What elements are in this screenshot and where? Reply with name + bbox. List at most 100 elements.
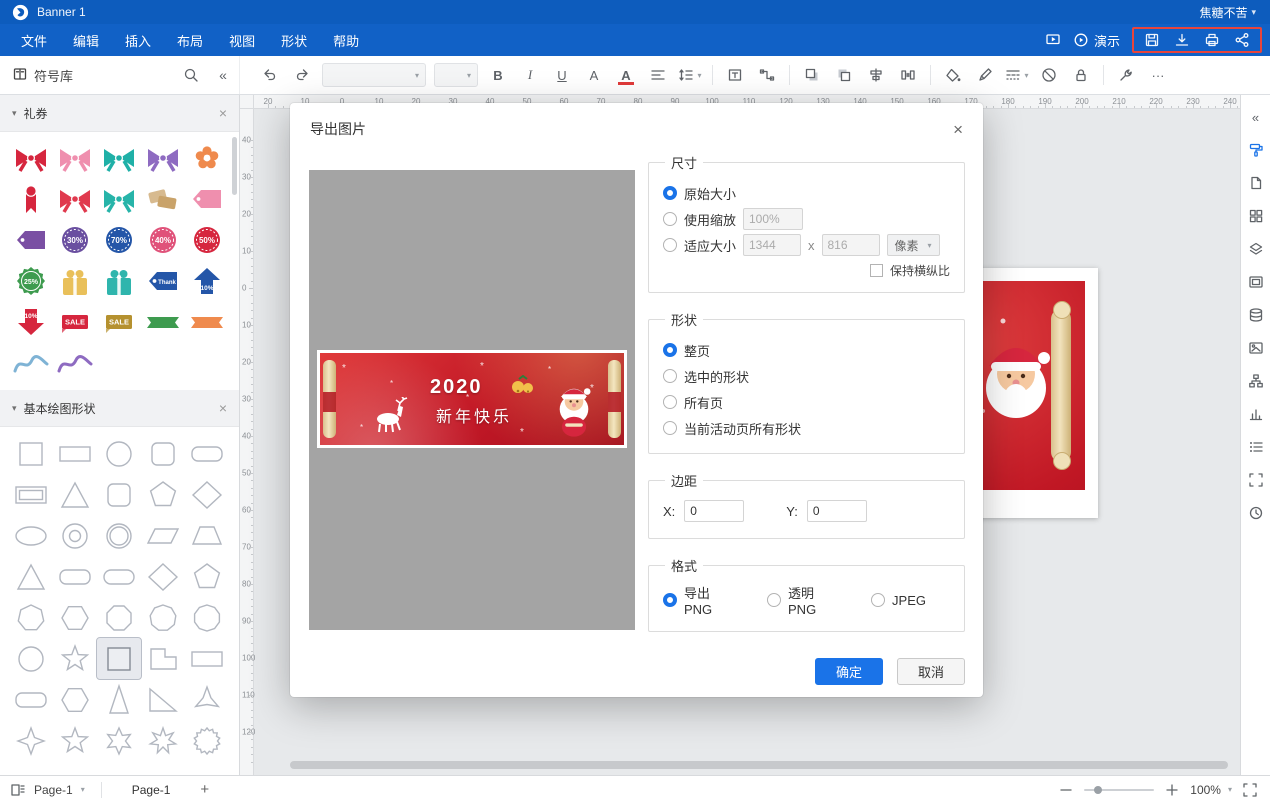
symbol-arrow-down-10pct[interactable]: 10% bbox=[9, 302, 53, 343]
undo-button[interactable] bbox=[257, 62, 283, 88]
shape-stadium[interactable] bbox=[97, 556, 141, 597]
collapse-left-icon[interactable]: « bbox=[1244, 105, 1268, 129]
symbol-flower[interactable] bbox=[185, 138, 229, 179]
menu-insert[interactable]: 插入 bbox=[112, 25, 164, 56]
menu-file[interactable]: 文件 bbox=[8, 25, 60, 56]
shape-pentagon[interactable] bbox=[141, 474, 185, 515]
zoom-level[interactable]: 100% ▾ bbox=[1190, 783, 1232, 797]
layers-icon[interactable] bbox=[1244, 237, 1268, 261]
canvas-horizontal-scrollbar[interactable] bbox=[290, 761, 1228, 769]
radio-transparent-png[interactable] bbox=[767, 593, 781, 607]
shape-diamond[interactable] bbox=[141, 556, 185, 597]
scale-value-input[interactable] bbox=[743, 208, 803, 230]
org-structure-icon[interactable] bbox=[1244, 369, 1268, 393]
shape-star-5[interactable] bbox=[53, 638, 97, 679]
symbol-bow[interactable] bbox=[97, 179, 141, 220]
symbol-banner[interactable] bbox=[185, 302, 229, 343]
zoom-in-icon[interactable] bbox=[1164, 782, 1180, 798]
shape-star-7[interactable] bbox=[141, 720, 185, 761]
zoom-slider[interactable] bbox=[1084, 789, 1154, 791]
shape-framed-rectangle[interactable] bbox=[9, 474, 53, 515]
shape-square[interactable] bbox=[9, 433, 53, 474]
fill-button[interactable] bbox=[940, 62, 966, 88]
section-header-basic-shapes[interactable]: ▾ 基本绘图形状 × bbox=[0, 390, 239, 427]
shape-rounded-square[interactable] bbox=[141, 433, 185, 474]
font-size-select[interactable]: ▾ bbox=[434, 63, 478, 87]
save-icon[interactable] bbox=[1144, 32, 1160, 48]
radio-selected-shapes[interactable] bbox=[663, 369, 677, 383]
close-icon[interactable]: × bbox=[953, 121, 963, 138]
shape-tall-triangle[interactable] bbox=[97, 679, 141, 720]
symbol-badge-30pct[interactable]: 30% bbox=[53, 220, 97, 261]
symbol-gift[interactable] bbox=[53, 261, 97, 302]
bring-front-button[interactable] bbox=[799, 62, 825, 88]
font-case-button[interactable]: A bbox=[581, 62, 607, 88]
tools-button[interactable] bbox=[1113, 62, 1139, 88]
shape-star-4[interactable] bbox=[9, 720, 53, 761]
shape-right-triangle[interactable] bbox=[141, 679, 185, 720]
menu-layout[interactable]: 布局 bbox=[164, 25, 216, 56]
shape-rounded-rectangle[interactable] bbox=[9, 679, 53, 720]
shape-rounded-rectangle[interactable] bbox=[185, 433, 229, 474]
unit-select[interactable]: 像素 ▾ bbox=[887, 234, 940, 256]
shape-double-circle[interactable] bbox=[97, 515, 141, 556]
menu-view[interactable]: 视图 bbox=[216, 25, 268, 56]
symbol-wave[interactable] bbox=[53, 343, 97, 384]
line-style-button[interactable]: ▾ bbox=[1004, 62, 1030, 88]
shape-circle[interactable] bbox=[97, 433, 141, 474]
symbol-badge-40pct[interactable]: 40% bbox=[141, 220, 185, 261]
shape-l-shape[interactable] bbox=[141, 638, 185, 679]
print-icon[interactable] bbox=[1204, 32, 1220, 48]
bold-button[interactable]: B bbox=[485, 62, 511, 88]
shape-diamond[interactable] bbox=[185, 474, 229, 515]
keep-ratio-checkbox[interactable] bbox=[870, 264, 883, 277]
symbol-library-button[interactable]: 符号库 bbox=[0, 66, 83, 85]
font-family-select[interactable]: ▾ bbox=[322, 63, 426, 87]
symbol-gift[interactable] bbox=[97, 261, 141, 302]
text-box-button[interactable] bbox=[722, 62, 748, 88]
zoom-slider-knob[interactable] bbox=[1094, 786, 1102, 794]
fit-screen-icon[interactable] bbox=[1242, 782, 1258, 798]
data-stack-icon[interactable] bbox=[1244, 303, 1268, 327]
download-icon[interactable] bbox=[1174, 32, 1190, 48]
symbol-bow[interactable] bbox=[53, 179, 97, 220]
lock-button[interactable] bbox=[1068, 62, 1094, 88]
shape-hexagon[interactable] bbox=[53, 679, 97, 720]
pages-panel-icon[interactable] bbox=[10, 782, 26, 798]
format-paint-icon[interactable] bbox=[1244, 138, 1268, 162]
chart-icon[interactable] bbox=[1244, 402, 1268, 426]
shape-ellipse[interactable] bbox=[9, 515, 53, 556]
shape-heptagon[interactable] bbox=[9, 597, 53, 638]
symbol-bow[interactable] bbox=[53, 138, 97, 179]
pen-button[interactable] bbox=[972, 62, 998, 88]
page-tab[interactable]: Page-1 bbox=[118, 783, 185, 797]
close-icon[interactable]: × bbox=[219, 105, 227, 121]
symbol-sale-sale[interactable]: SALE bbox=[53, 302, 97, 343]
panel-scrollbar[interactable] bbox=[232, 137, 237, 195]
align-objects-button[interactable] bbox=[863, 62, 889, 88]
fit-height-input[interactable] bbox=[822, 234, 880, 256]
radio-all-pages[interactable] bbox=[663, 395, 677, 409]
user-menu[interactable]: 焦糖不苦 ▾ bbox=[1199, 4, 1256, 21]
search-icon[interactable] bbox=[178, 62, 204, 88]
symbol-bow[interactable] bbox=[9, 138, 53, 179]
collapse-panel-icon[interactable]: « bbox=[210, 62, 236, 88]
redo-button[interactable] bbox=[289, 62, 315, 88]
radio-fit-size[interactable] bbox=[663, 238, 677, 252]
shape-parallelogram[interactable] bbox=[141, 515, 185, 556]
page-setup-icon[interactable] bbox=[1244, 171, 1268, 195]
page-selector[interactable]: Page-1 ▾ bbox=[34, 783, 85, 797]
symbol-badge-70pct[interactable]: 70% bbox=[97, 220, 141, 261]
image-icon[interactable] bbox=[1244, 336, 1268, 360]
symbol-badge-50pct[interactable]: 50% bbox=[185, 220, 229, 261]
line-spacing-button[interactable]: ▾ bbox=[677, 62, 703, 88]
shape-rounded-square[interactable] bbox=[97, 474, 141, 515]
fit-width-input[interactable] bbox=[743, 234, 801, 256]
symbol-wave[interactable] bbox=[9, 343, 53, 384]
ok-button[interactable]: 确定 bbox=[815, 658, 883, 685]
margin-x-input[interactable] bbox=[684, 500, 744, 522]
text-color-button[interactable]: A bbox=[613, 62, 639, 88]
shape-hexagon[interactable] bbox=[53, 597, 97, 638]
shape-trapezoid[interactable] bbox=[185, 515, 229, 556]
add-page-button[interactable]: + bbox=[192, 781, 217, 798]
